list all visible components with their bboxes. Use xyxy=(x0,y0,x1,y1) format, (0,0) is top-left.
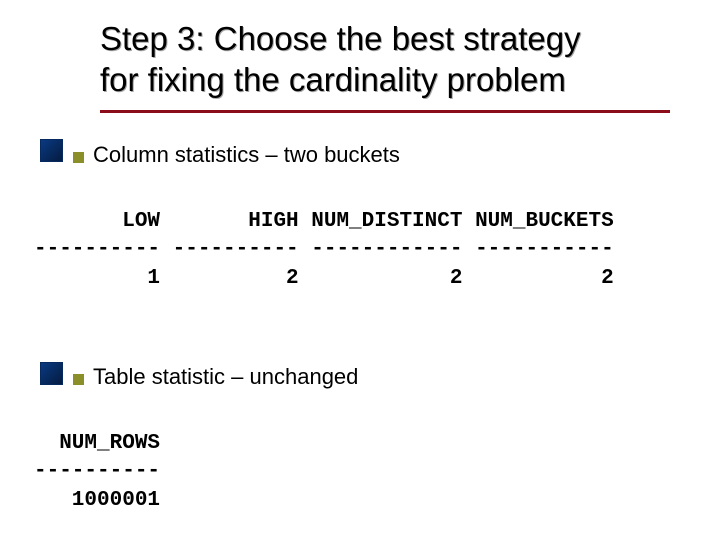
slide: Step 3: Choose the best strategy for fix… xyxy=(0,0,720,540)
table-header: NUM_ROWS xyxy=(34,432,160,455)
accent-square-icon xyxy=(40,139,63,162)
accent-square-fill xyxy=(41,140,62,161)
bullet-icon xyxy=(73,152,84,163)
table-stats-table: NUM_ROWS ---------- 1000001 xyxy=(34,430,160,515)
title-line-1: Step 3: Choose the best strategy xyxy=(100,20,581,57)
table-header: LOW HIGH NUM_DISTINCT NUM_BUCKETS xyxy=(34,210,614,233)
accent-square-fill xyxy=(41,363,62,384)
bullet-text-1: Column statistics – two buckets xyxy=(93,142,400,168)
title-line-2: for fixing the cardinality problem xyxy=(100,61,566,98)
bullet-icon xyxy=(73,374,84,385)
column-stats-table: LOW HIGH NUM_DISTINCT NUM_BUCKETS ------… xyxy=(34,208,614,293)
table-divider: ---------- xyxy=(34,460,160,483)
slide-title: Step 3: Choose the best strategy for fix… xyxy=(100,18,680,101)
accent-square-icon xyxy=(40,362,63,385)
bullet-text-2: Table statistic – unchanged xyxy=(93,364,358,390)
table-row: 1000001 xyxy=(34,489,160,512)
title-underline xyxy=(100,110,670,113)
table-row: 1 2 2 2 xyxy=(34,267,614,290)
table-divider: ---------- ---------- ------------ -----… xyxy=(34,238,614,261)
